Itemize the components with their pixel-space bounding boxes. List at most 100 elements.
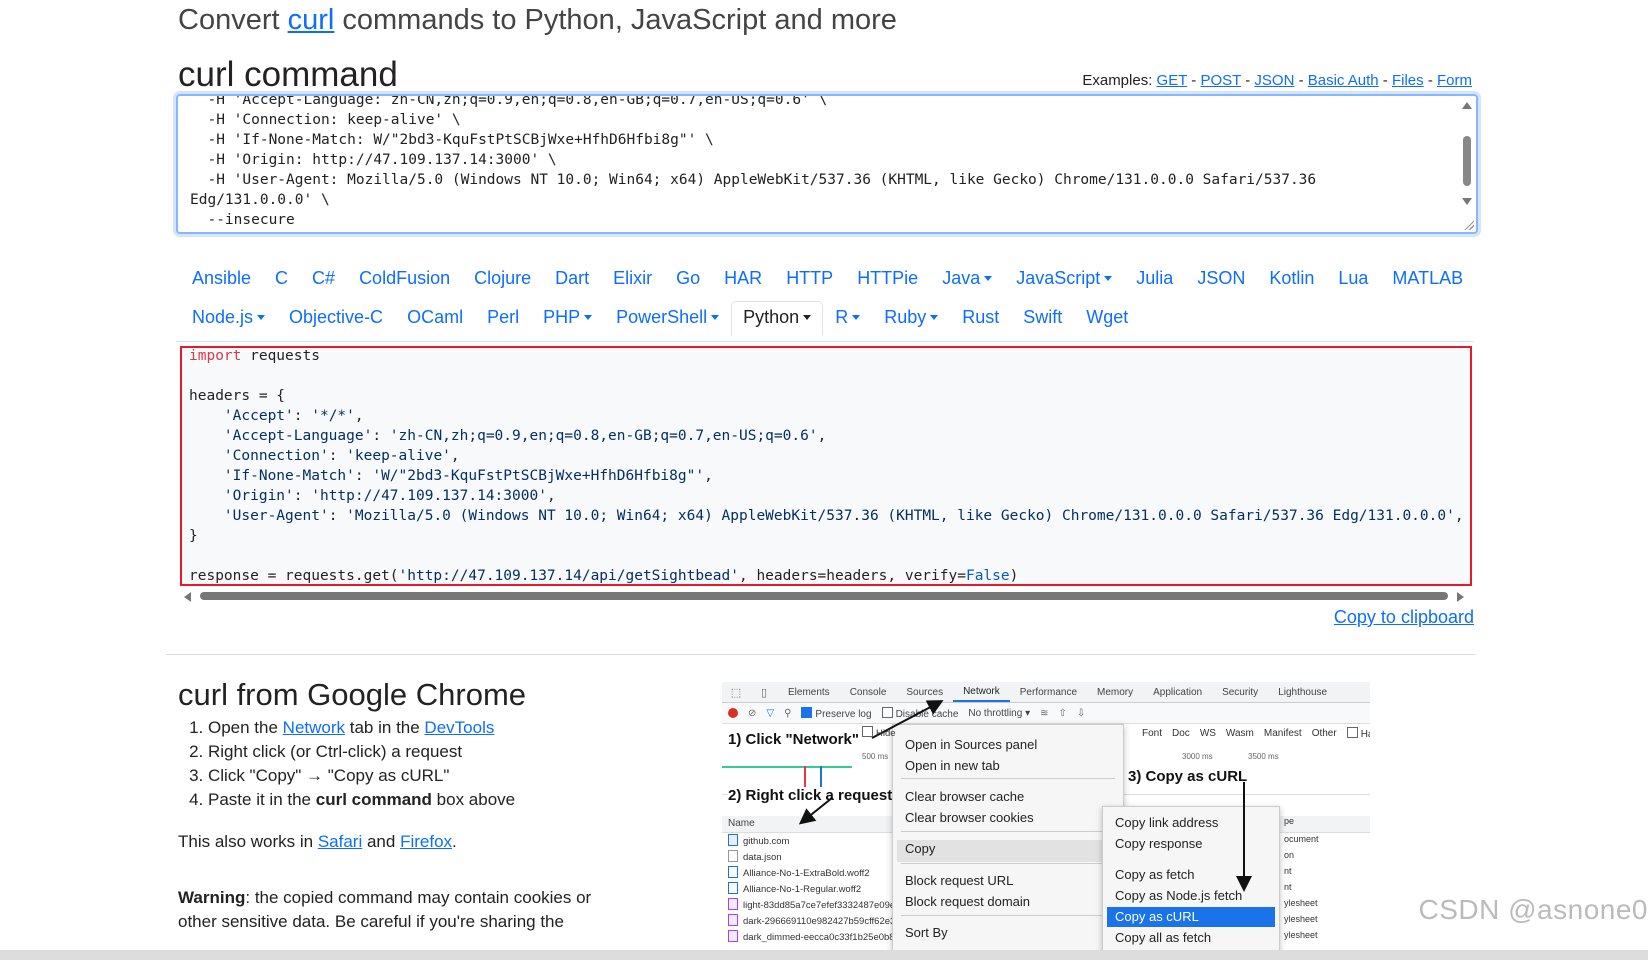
- language-tabs-row-2: Node.js Objective-C OCaml Perl PHP PowerShell…: [180, 301, 1140, 336]
- tab-label: HTTPie: [857, 268, 919, 288]
- tab-powershell[interactable]: PowerShell: [604, 301, 731, 336]
- tab-swift[interactable]: Swift: [1011, 301, 1074, 336]
- example-link-basic-auth[interactable]: Basic Auth: [1308, 72, 1379, 89]
- tab-label: Clojure: [474, 268, 532, 288]
- type-cell: ylesheet: [1284, 898, 1318, 908]
- generated-code-output[interactable]: import requests headers = { 'Accept': '*…: [180, 346, 1472, 586]
- page-title: Convert curl commands to Python, JavaScr…: [178, 4, 897, 37]
- type-cell: on: [1284, 850, 1295, 860]
- examples-separator: -: [1241, 72, 1255, 89]
- code-token: 'Origin': [223, 488, 294, 504]
- tab-label: HAR: [724, 268, 763, 288]
- type-cell: ylesheet: [1284, 930, 1318, 940]
- scroll-down-arrow-icon[interactable]: [1462, 198, 1472, 205]
- chrome-step: Click "Copy" → "Copy as cURL": [208, 764, 515, 788]
- curl-command-heading: curl command: [178, 55, 398, 94]
- tab-julia[interactable]: Julia: [1124, 262, 1185, 295]
- firefox-link[interactable]: Firefox: [400, 832, 452, 851]
- example-link-get[interactable]: GET: [1157, 72, 1188, 89]
- example-link-json[interactable]: JSON: [1254, 72, 1294, 89]
- tab-objective-c[interactable]: Objective-C: [277, 301, 395, 336]
- tab-clojure[interactable]: Clojure: [462, 262, 543, 295]
- tab-ansible[interactable]: Ansible: [180, 262, 263, 295]
- tab-c[interactable]: C: [263, 262, 300, 295]
- tab-label: Perl: [487, 307, 520, 327]
- curl-command-text[interactable]: -H 'Accept-Language: zh-CN,zh;q=0.9,en;q…: [190, 96, 1454, 230]
- example-link-post[interactable]: POST: [1200, 72, 1241, 89]
- scroll-thumb[interactable]: [200, 592, 1448, 600]
- tab-label: MATLAB: [1392, 268, 1464, 288]
- tab-node-js[interactable]: Node.js: [180, 301, 277, 336]
- tab-label: Java: [942, 268, 981, 288]
- tab-coldfusion[interactable]: ColdFusion: [347, 262, 462, 295]
- caret-down-icon[interactable]: [803, 315, 812, 320]
- scroll-left-arrow-icon[interactable]: [184, 592, 191, 602]
- tab-wget[interactable]: Wget: [1074, 301, 1140, 336]
- tab-label: Ansible: [192, 268, 252, 288]
- tab-dart[interactable]: Dart: [543, 262, 601, 295]
- tab-label: Ruby: [884, 307, 927, 327]
- curl-link[interactable]: curl: [288, 4, 335, 36]
- tab-label: C: [275, 268, 289, 288]
- step-link[interactable]: DevTools: [424, 718, 494, 737]
- example-link-files[interactable]: Files: [1392, 72, 1424, 89]
- caret-down-icon[interactable]: [584, 315, 593, 320]
- type-cell: ocument: [1284, 834, 1319, 844]
- caret-down-icon[interactable]: [1104, 276, 1113, 281]
- tab-ruby[interactable]: Ruby: [872, 301, 950, 336]
- scroll-thumb[interactable]: [1463, 136, 1471, 186]
- tab-har[interactable]: HAR: [712, 262, 774, 295]
- caret-down-icon[interactable]: [852, 315, 861, 320]
- tab-php[interactable]: PHP: [531, 301, 604, 336]
- tab-perl[interactable]: Perl: [475, 301, 531, 336]
- resize-handle-icon[interactable]: [1464, 220, 1474, 230]
- tab-label: Dart: [555, 268, 590, 288]
- code-token: 'W/"2bd3-KquFstPtSCBjWxe+HfhD6Hfbi8g"': [372, 468, 705, 484]
- tab-r[interactable]: R: [823, 301, 872, 336]
- tab-rust[interactable]: Rust: [950, 301, 1011, 336]
- tab-java[interactable]: Java: [930, 262, 1004, 295]
- generated-code-text[interactable]: import requests headers = { 'Accept': '*…: [189, 348, 1464, 584]
- code-token: requests: [241, 348, 320, 364]
- code-token: :: [293, 488, 312, 504]
- safari-link[interactable]: Safari: [318, 832, 362, 851]
- step-text: tab in the: [345, 718, 425, 737]
- tab-json[interactable]: JSON: [1185, 262, 1257, 295]
- tab-label: Node.js: [192, 307, 254, 327]
- tab-elixir[interactable]: Elixir: [601, 262, 664, 295]
- tab-go[interactable]: Go: [664, 262, 712, 295]
- tab-kotlin[interactable]: Kotlin: [1257, 262, 1326, 295]
- warning-text: Warning: the copied command may contain …: [178, 886, 618, 934]
- caret-down-icon[interactable]: [711, 315, 720, 320]
- example-link-form[interactable]: Form: [1437, 72, 1472, 89]
- tab-label: C#: [312, 268, 336, 288]
- scroll-right-arrow-icon[interactable]: [1457, 592, 1464, 602]
- step-link[interactable]: Network: [283, 718, 345, 737]
- curl-textarea-scrollbar[interactable]: [1458, 96, 1476, 232]
- tab-javascript[interactable]: JavaScript: [1004, 262, 1124, 295]
- code-token: 'User-Agent': [223, 508, 329, 524]
- tab-ocaml[interactable]: OCaml: [395, 301, 475, 336]
- copy-to-clipboard-link[interactable]: Copy to clipboard: [1334, 607, 1474, 628]
- scroll-up-arrow-icon[interactable]: [1462, 102, 1472, 109]
- tab-matlab[interactable]: MATLAB: [1380, 262, 1475, 295]
- tab-label: ColdFusion: [359, 268, 451, 288]
- code-token: ,: [354, 408, 364, 424]
- tab-c#[interactable]: C#: [300, 262, 347, 295]
- caret-down-icon[interactable]: [930, 315, 939, 320]
- code-horizontal-scrollbar[interactable]: [182, 589, 1466, 603]
- tab-python[interactable]: Python: [731, 301, 824, 336]
- code-token: '*/*': [311, 408, 355, 424]
- code-token: ): [1009, 568, 1019, 584]
- tab-label: R: [835, 307, 849, 327]
- tab-lua[interactable]: Lua: [1326, 262, 1380, 295]
- tab-httpie[interactable]: HTTPie: [845, 262, 930, 295]
- caret-down-icon[interactable]: [984, 276, 993, 281]
- tab-http[interactable]: HTTP: [774, 262, 845, 295]
- code-token: 'Accept': [223, 408, 294, 424]
- curl-command-textarea[interactable]: -H 'Accept-Language: zh-CN,zh;q=0.9,en;q…: [176, 94, 1478, 234]
- caret-down-icon[interactable]: [257, 315, 266, 320]
